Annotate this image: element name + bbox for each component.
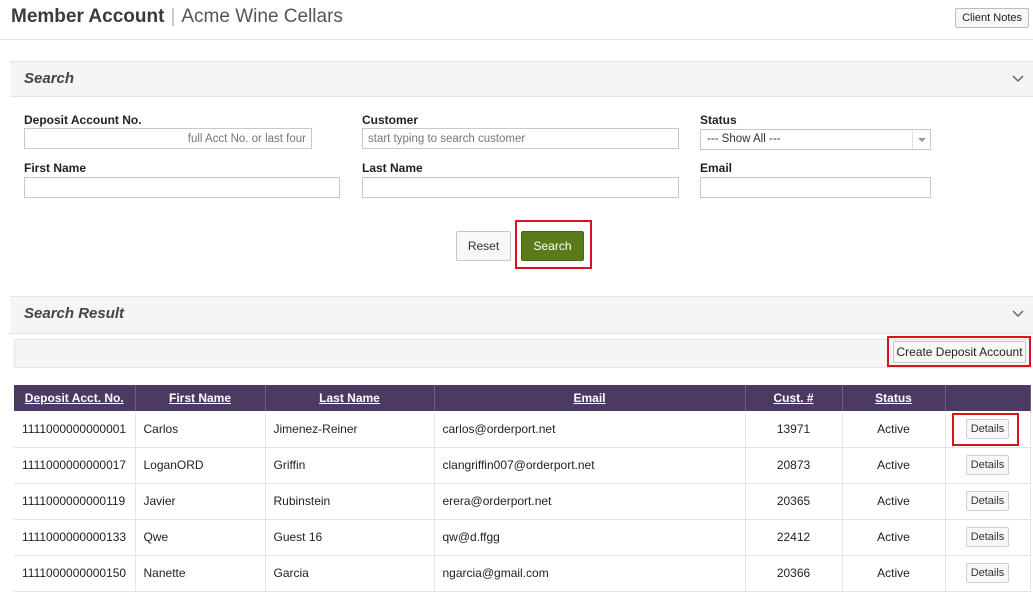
results-panel-header[interactable]: Search Result	[10, 296, 1033, 334]
col-header-email[interactable]: Email	[434, 385, 746, 411]
cell-last-name: Jimenez-Reiner	[265, 411, 435, 448]
cell-cust-no: 20366	[745, 555, 843, 592]
cell-email: erera@orderport.net	[434, 483, 746, 520]
cell-last-name: Rubinstein	[265, 483, 435, 520]
chevron-down-icon[interactable]	[1011, 72, 1025, 86]
cell-status: Active	[842, 483, 946, 520]
last-name-label: Last Name	[362, 161, 423, 175]
status-label: Status	[700, 113, 737, 127]
cell-cust-no: 20365	[745, 483, 843, 520]
cell-email: ngarcia@gmail.com	[434, 555, 746, 592]
cell-first-name: Nanette	[135, 555, 266, 592]
details-button[interactable]: Details	[966, 527, 1009, 547]
cell-email: clangriffin007@orderport.net	[434, 447, 746, 484]
cell-status: Active	[842, 519, 946, 556]
cell-status: Active	[842, 555, 946, 592]
cell-status: Active	[842, 447, 946, 484]
page-title-client: Acme Wine Cellars	[181, 6, 343, 27]
col-header-cust-no[interactable]: Cust. #	[745, 385, 843, 411]
cell-last-name: Garcia	[265, 555, 435, 592]
table-row: 1111000000000119 Javier Rubinstein erera…	[14, 483, 1031, 520]
chevron-down-icon[interactable]	[1011, 307, 1025, 321]
create-button-highlight	[887, 336, 1031, 367]
cell-status: Active	[842, 411, 946, 448]
customer-input[interactable]	[362, 128, 679, 149]
col-header-deposit-acct[interactable]: Deposit Acct. No.	[14, 385, 136, 411]
cell-first-name: Javier	[135, 483, 266, 520]
cell-acct: 1111000000000001	[14, 411, 136, 448]
results-table: Deposit Acct. No. First Name Last Name E…	[14, 385, 1031, 592]
cell-actions: Details	[945, 519, 1031, 556]
page-title: Member Account | Acme Wine Cellars	[11, 6, 343, 28]
col-header-actions	[945, 385, 1031, 411]
reset-button[interactable]: Reset	[456, 231, 511, 261]
cell-first-name: LoganORD	[135, 447, 266, 484]
cell-cust-no: 20873	[745, 447, 843, 484]
table-row: 1111000000000017 LoganORD Griffin clangr…	[14, 447, 1031, 484]
details-button[interactable]: Details	[966, 455, 1009, 475]
cell-acct: 1111000000000119	[14, 483, 136, 520]
cell-actions: Details	[945, 483, 1031, 520]
first-name-input[interactable]	[24, 177, 340, 198]
table-row: 1111000000000150 Nanette Garcia ngarcia@…	[14, 555, 1031, 592]
status-select[interactable]: --- Show All ---	[700, 129, 931, 150]
cell-first-name: Carlos	[135, 411, 266, 448]
search-button-highlight	[515, 220, 592, 269]
deposit-account-input[interactable]	[24, 128, 312, 149]
cell-actions: Details	[945, 555, 1031, 592]
page-title-main: Member Account	[11, 6, 165, 27]
results-toolbar	[14, 339, 1030, 368]
cell-cust-no: 13971	[745, 411, 843, 448]
cell-last-name: Guest 16	[265, 519, 435, 556]
caret-down-icon[interactable]	[912, 130, 930, 149]
table-row: 1111000000000001 Carlos Jimenez-Reiner c…	[14, 411, 1031, 448]
details-button[interactable]: Details	[966, 563, 1009, 583]
cell-email: qw@d.ffgg	[434, 519, 746, 556]
email-label: Email	[700, 161, 733, 175]
cell-email: carlos@orderport.net	[434, 411, 746, 448]
table-row: 1111000000000133 Qwe Guest 16 qw@d.ffgg …	[14, 519, 1031, 556]
col-header-status: Status	[842, 385, 946, 411]
first-name-label: First Name	[24, 161, 87, 175]
client-notes-button[interactable]: Client Notes	[955, 8, 1029, 28]
cell-acct: 1111000000000133	[14, 519, 136, 556]
table-header-row: Deposit Acct. No. First Name Last Name E…	[14, 385, 1031, 411]
cell-actions: Details	[945, 447, 1031, 484]
col-header-first-name[interactable]: First Name	[135, 385, 266, 411]
cell-last-name: Griffin	[265, 447, 435, 484]
results-panel-title: Search Result	[24, 305, 125, 322]
cell-first-name: Qwe	[135, 519, 266, 556]
customer-label: Customer	[362, 113, 419, 127]
cell-acct: 1111000000000017	[14, 447, 136, 484]
status-select-value: --- Show All ---	[707, 133, 781, 145]
search-panel-header[interactable]: Search	[10, 61, 1033, 97]
last-name-input[interactable]	[362, 177, 679, 198]
title-separator: |	[170, 6, 176, 27]
cell-cust-no: 22412	[745, 519, 843, 556]
cell-acct: 1111000000000150	[14, 555, 136, 592]
search-panel-title: Search	[24, 70, 75, 87]
top-bar: Member Account | Acme Wine Cellars Client …	[0, 0, 1033, 40]
details-button-highlight	[952, 413, 1019, 446]
details-button[interactable]: Details	[966, 491, 1009, 511]
email-input[interactable]	[700, 177, 931, 198]
deposit-account-label: Deposit Account No.	[24, 113, 142, 127]
col-header-last-name[interactable]: Last Name	[265, 385, 435, 411]
